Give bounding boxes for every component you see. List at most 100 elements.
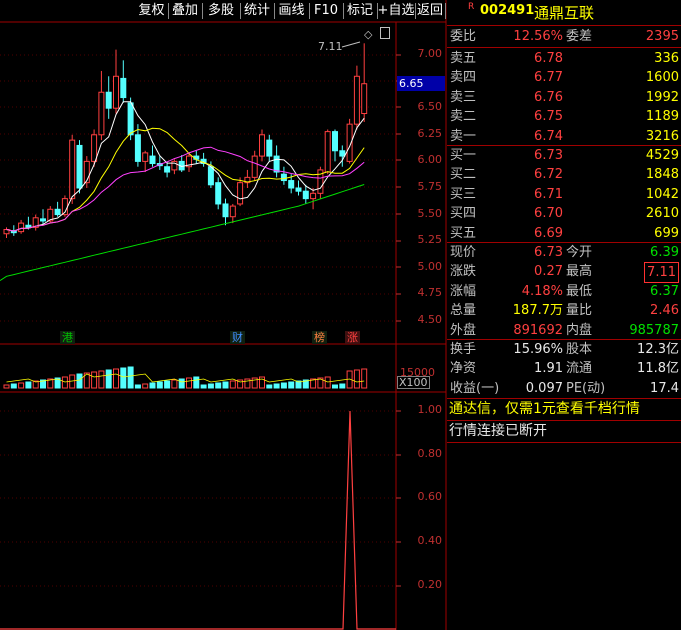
stat-row: 换手 15.96% 股本 12.3亿 (450, 342, 679, 357)
price-tick: 7.00 (417, 47, 443, 60)
volume-bar (332, 384, 338, 389)
candle-body (302, 190, 309, 200)
indicator-tick: 0.40 (417, 534, 443, 548)
volume-bar (98, 370, 105, 389)
toolbar-item[interactable]: 叠加 (168, 0, 202, 22)
bid-level[interactable]: 买三 6.71 1042 (447, 185, 681, 204)
volume-bar (339, 383, 346, 389)
candle-body (280, 173, 287, 182)
ma-line-60 (0, 184, 365, 281)
volume-bar (193, 376, 200, 389)
event-mark[interactable]: 榜 (312, 331, 327, 344)
indicator-tick: 0.60 (417, 490, 443, 504)
current-price-marker: 6.65 (397, 76, 445, 91)
volume-bar (186, 377, 192, 389)
toolbar-item[interactable]: 统计 (240, 0, 274, 22)
volume-bar (288, 381, 295, 389)
volume-bar (18, 382, 25, 389)
bid-level[interactable]: 买五 6.69 699 (447, 224, 681, 243)
volume-bar (164, 380, 171, 389)
event-mark[interactable]: 涨 (345, 331, 360, 344)
candle-body (69, 139, 76, 200)
toolbar-item[interactable]: F10 (309, 0, 343, 22)
ask-level[interactable]: 卖五 6.78 336 (447, 49, 681, 68)
candle-body (40, 218, 46, 222)
volume-bar (76, 373, 83, 389)
high-price-annotation: 7.11 (318, 40, 343, 53)
high-annotation-arrow (341, 41, 361, 48)
ask-level[interactable]: 卖三 6.76 1992 (447, 88, 681, 107)
candle-body (332, 131, 338, 152)
volume-bar (142, 383, 149, 389)
bid-level[interactable]: 买一 6.73 4529 (447, 146, 681, 165)
volume-bar (280, 382, 287, 389)
candle-body (134, 134, 141, 162)
toolbar-item[interactable]: +自选 (377, 0, 415, 22)
ask-level[interactable]: 卖二 6.75 1189 (447, 107, 681, 126)
stat-row: 涨幅 4.18% 最低 6.37 (450, 283, 679, 299)
bid-level[interactable]: 买二 6.72 1848 (447, 165, 681, 184)
stat-row: 外盘 891692 内盘 985787 (450, 322, 679, 338)
price-tick: 5.25 (417, 233, 443, 247)
candle-body (259, 134, 265, 157)
ask-level[interactable]: 卖一 6.74 3216 (447, 127, 681, 146)
connection-status: 行情连接已断开 (449, 423, 547, 439)
stat-row: 净资 1.91 流通 11.8亿 (450, 361, 679, 377)
bid-level[interactable]: 买四 6.70 2610 (447, 204, 681, 223)
volume-bar (171, 379, 178, 389)
volume-bars (3, 366, 368, 389)
panel-toggle-icon[interactable] (380, 27, 390, 39)
volume-bar (127, 366, 134, 389)
candle-body (353, 75, 360, 125)
candle-body (127, 102, 134, 136)
volume-bar (120, 367, 127, 389)
indicator-tick: 1.00 (417, 403, 443, 416)
volume-bar (353, 369, 360, 389)
volume-bar (156, 381, 163, 389)
candle-body (339, 150, 346, 157)
volume-bar (222, 381, 229, 389)
volume-bar (61, 376, 68, 389)
volume-bar (91, 371, 98, 389)
candle-body (149, 155, 156, 165)
price-tick: 4.50 (417, 313, 443, 326)
toolbar-item[interactable]: 多股 (202, 0, 240, 22)
candle-body (237, 182, 244, 205)
toolbar-item[interactable]: 返回 (415, 0, 445, 22)
candle-body (310, 192, 317, 200)
candle-body (105, 91, 112, 109)
candlesticks (3, 41, 368, 239)
volume-unit-label: X100 (397, 376, 430, 389)
indicator-line (0, 410, 396, 630)
toolbar-item[interactable]: 标记 (343, 0, 377, 22)
event-mark[interactable]: 财 (230, 331, 245, 344)
ad-message[interactable]: 通达信，仅需1元查看千档行情 (449, 400, 640, 419)
candle-body (164, 166, 171, 173)
stock-flag: R (468, 2, 475, 12)
weibi-row: 委比 12.56% 委差 2395 (450, 29, 679, 44)
volume-bar (178, 378, 185, 389)
candle-body (91, 134, 98, 162)
toolbar-item[interactable]: 画线 (274, 0, 309, 22)
volume-bar (361, 368, 368, 389)
candle-body (142, 152, 149, 162)
ask-level[interactable]: 卖四 6.77 1600 (447, 68, 681, 87)
candle-body (273, 155, 280, 173)
candle-body (295, 187, 302, 192)
event-mark[interactable]: 港 (60, 331, 75, 344)
volume-bar (215, 382, 222, 389)
stat-row: 收益(一) 0.097 PE(动) 17.4 (450, 380, 679, 396)
candle-body (266, 139, 273, 157)
price-tick: 5.75 (417, 180, 443, 193)
diamond-icon[interactable]: ◇ (364, 28, 372, 41)
stock-name: 通鼎互联 (534, 4, 595, 22)
volume-bar (200, 384, 207, 389)
divider (447, 398, 681, 399)
toolbar-item[interactable]: 复权 (135, 0, 168, 22)
candle-body (222, 203, 229, 218)
volume-bar (324, 376, 331, 389)
stat-row: 现价 6.73 今开 6.39 (450, 245, 679, 260)
quote-panel: R 002491 通鼎互联 委比 12.56% 委差 2395 卖五 6.78 33… (447, 0, 681, 630)
candle-body (18, 222, 25, 233)
indicator-line (0, 410, 396, 630)
